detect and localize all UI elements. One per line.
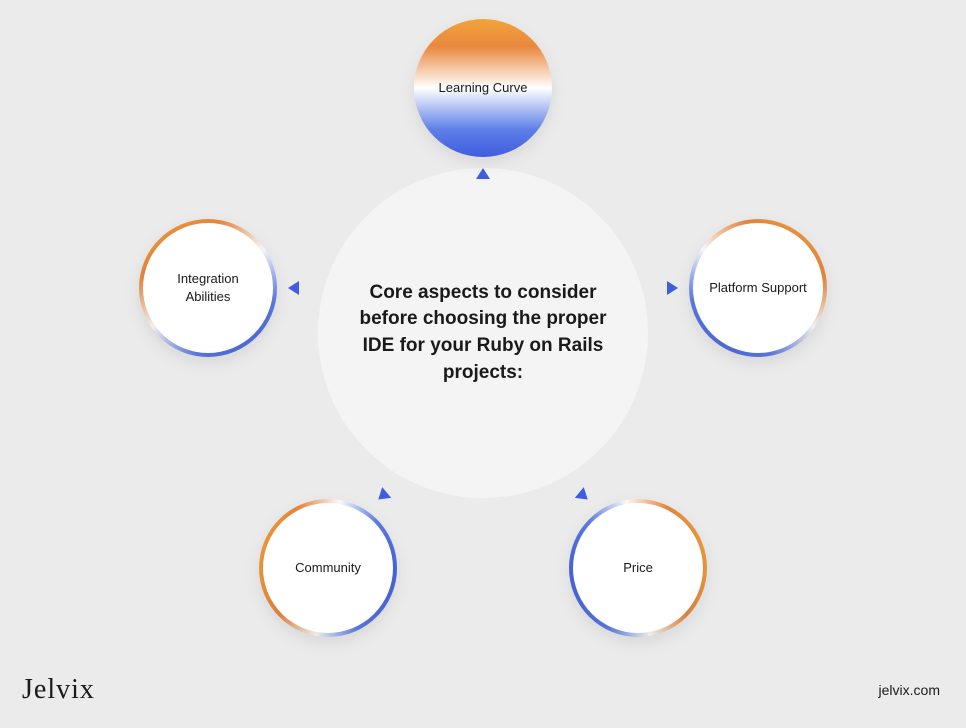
node-community: Community [263, 503, 393, 633]
node-label: Platform Support [709, 279, 807, 297]
node-platform-support: Platform Support [693, 223, 823, 353]
node-price: Price [573, 503, 703, 633]
node-label: Integration Abilities [157, 270, 259, 305]
arrow-icon [575, 487, 592, 505]
node-integration-abilities: Integration Abilities [143, 223, 273, 353]
brand-logo: Jelvix [22, 674, 95, 706]
node-label: Learning Curve [439, 79, 528, 97]
node-learning-curve: Learning Curve [418, 23, 548, 153]
arrow-icon [476, 168, 490, 179]
arrow-icon [667, 281, 678, 295]
center-circle: Core aspects to consider before choosing… [318, 168, 648, 498]
node-label: Price [623, 559, 653, 577]
center-text: Core aspects to consider before choosing… [358, 280, 608, 386]
arrow-icon [288, 281, 299, 295]
radial-diagram: Core aspects to consider before choosing… [133, 23, 833, 643]
site-url: jelvix.com [879, 682, 940, 698]
node-label: Community [295, 559, 361, 577]
arrow-icon [374, 487, 391, 505]
